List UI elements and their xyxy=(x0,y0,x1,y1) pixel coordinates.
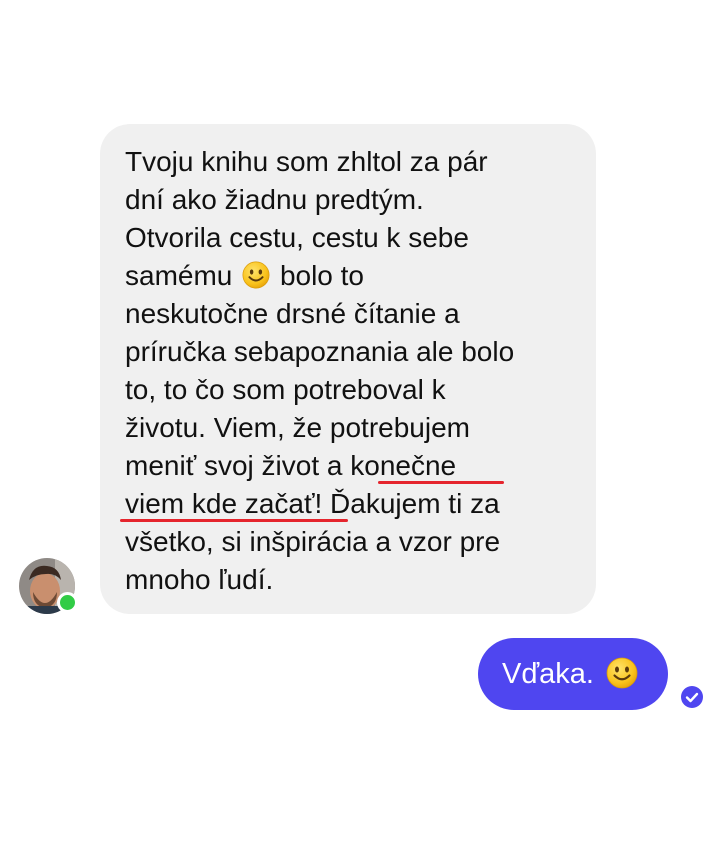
incoming-message-bubble[interactable]: Tvoju knihu som zhltol za pár dní ako ži… xyxy=(100,124,596,614)
message-line: mnoho ľudí. xyxy=(125,564,274,595)
message-line: viem kde začať! Ďakujem ti za xyxy=(125,485,576,523)
highlighted-text: viem kde začať! xyxy=(125,488,323,519)
message-text-fragment: Ďakujem ti za xyxy=(330,488,500,519)
message-line: neskutočne drsné čítanie a xyxy=(125,298,460,329)
highlighted-text: konečne xyxy=(350,450,457,481)
message-line: Tvoju knihu som zhltol za pár xyxy=(125,146,488,177)
message-line: všetko, si inšpirácia a vzor pre xyxy=(125,526,501,557)
slightly-smiling-face-icon xyxy=(606,657,638,689)
message-line: meniť svoj život a konečne xyxy=(125,447,576,485)
red-underline-annotation xyxy=(120,519,348,522)
message-line: príručka sebapoznania ale bolo xyxy=(125,336,515,367)
message-line: samému bolo to xyxy=(125,257,576,295)
online-status-dot xyxy=(57,592,78,613)
message-text-fragment: bolo to xyxy=(279,260,365,291)
message-line: to, to čo som potreboval k xyxy=(125,374,446,405)
red-underline-annotation xyxy=(378,481,504,484)
message-line: dní ako žiadnu predtým. xyxy=(125,184,424,215)
message-text-fragment: meniť svoj život a xyxy=(125,450,343,481)
message-line: životu. Viem, že potrebujem xyxy=(125,412,470,443)
slightly-smiling-face-icon xyxy=(242,261,270,289)
read-receipt-check-icon xyxy=(681,686,703,708)
message-text-fragment: samému xyxy=(125,260,233,291)
outgoing-message-text: Vďaka. xyxy=(502,658,594,690)
outgoing-message-bubble[interactable]: Vďaka. xyxy=(478,638,668,710)
message-line: Otvorila cestu, cestu k sebe xyxy=(125,222,469,253)
